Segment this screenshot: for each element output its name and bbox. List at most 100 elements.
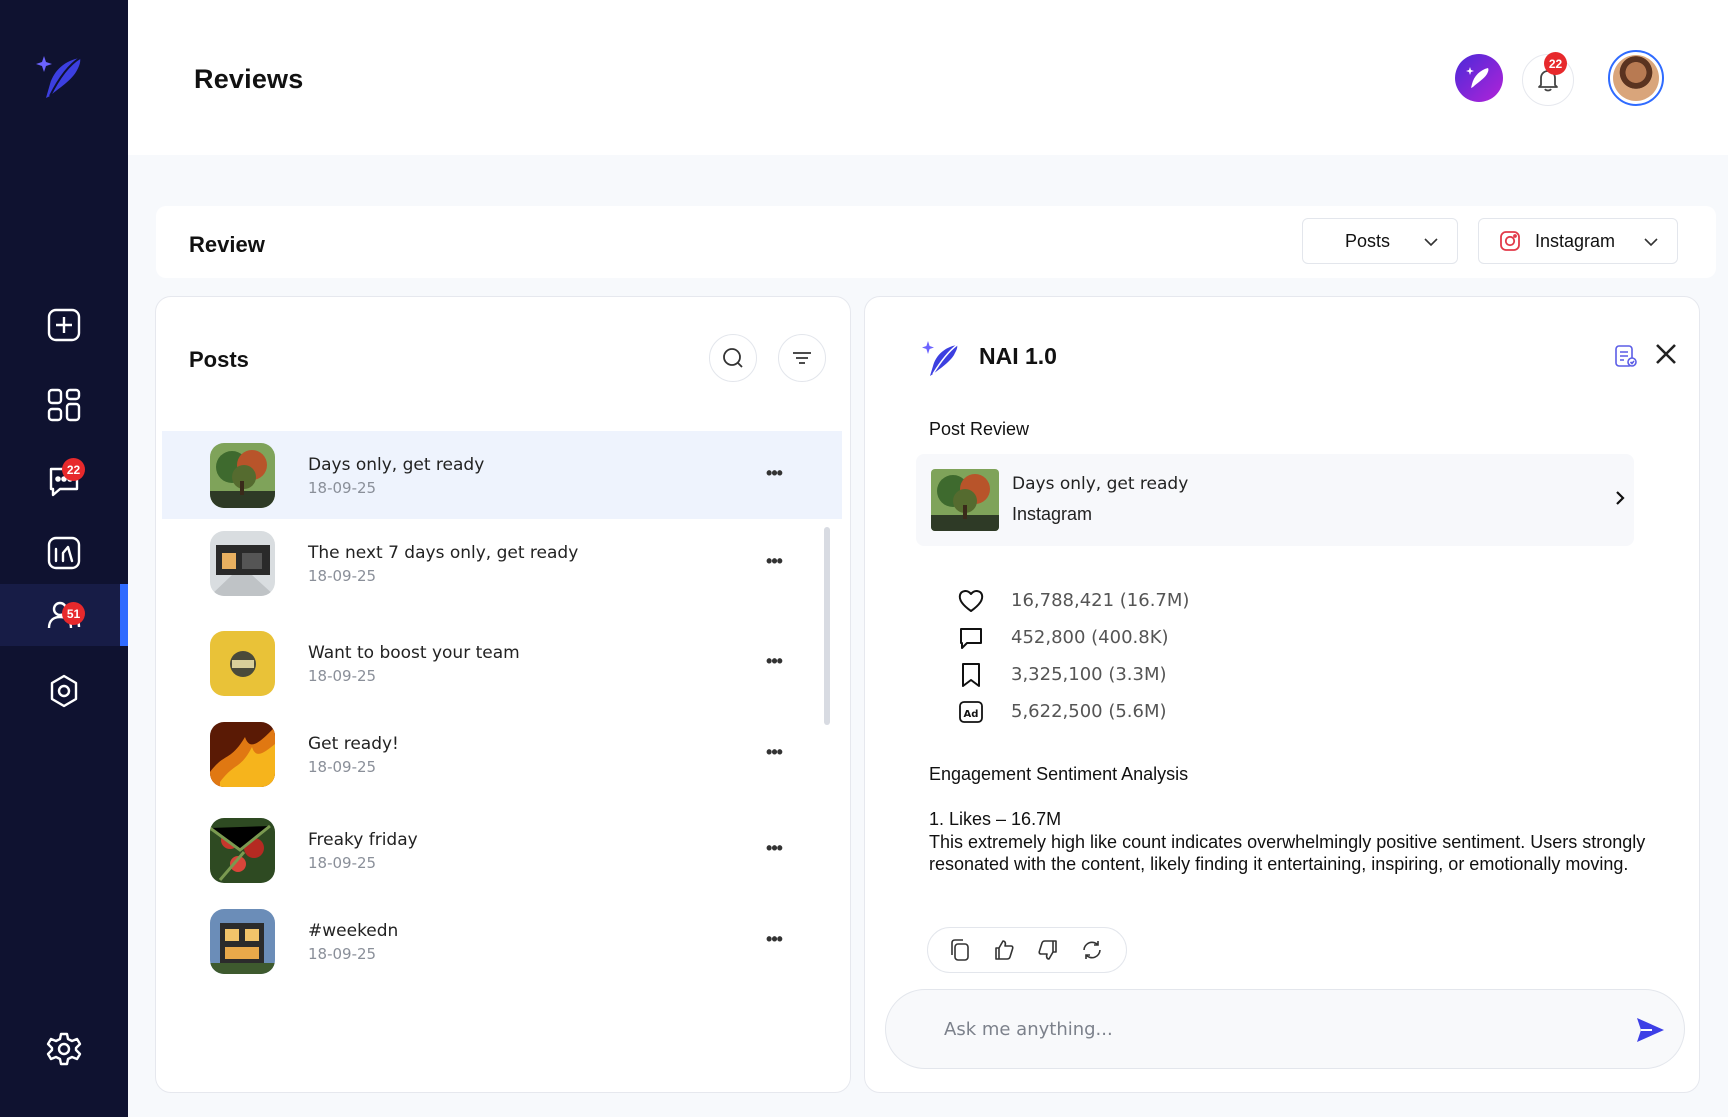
nai-title: NAI 1.0 [979,343,1057,369]
post-thumbnail [210,818,275,883]
thumbs-up-icon [995,940,1014,960]
chevron-right-icon [1616,491,1625,505]
preview-post-title: Days only, get ready [1012,474,1189,494]
post-row[interactable]: Freaky friday 18-09-25 ••• [162,806,842,894]
post-title: Freaky friday [308,830,418,850]
scrollbar[interactable] [824,527,830,725]
add-square-icon [47,308,81,342]
post-row[interactable]: Days only, get ready 18-09-25 ••• [162,431,842,519]
sidebar-item-analytics[interactable] [0,522,128,584]
notes-icon[interactable] [1613,343,1639,369]
post-title: The next 7 days only, get ready [308,543,579,563]
post-title: #weekedn [308,921,399,941]
content-type-dropdown[interactable]: Posts [1302,218,1458,264]
page-title: Reviews [194,64,304,94]
instagram-icon [1500,231,1520,251]
post-date: 18-09-25 [308,667,377,685]
feather-logo-icon[interactable] [36,54,86,104]
search-icon [723,348,743,368]
chevron-down-icon [1424,238,1438,247]
post-title: Get ready! [308,734,399,754]
sidebar-item-settings[interactable] [0,660,128,722]
response-actions [927,927,1127,973]
likes-stat: 16,788,421 (16.7M) [957,586,1189,616]
post-thumbnail [210,909,275,974]
messages-badge: 22 [62,458,85,481]
chat-input-container [885,989,1685,1069]
grid-icon [47,388,81,422]
close-icon[interactable] [1651,339,1681,369]
more-options-icon[interactable]: ••• [762,836,786,860]
content-type-value: Posts [1345,230,1391,251]
post-date: 18-09-25 [308,758,377,776]
post-preview-thumbnail [931,469,999,531]
sidebar-item-messages[interactable]: 22 [0,450,128,512]
post-date: 18-09-25 [308,945,377,963]
more-options-icon[interactable]: ••• [762,649,786,673]
like-button[interactable] [992,938,1016,962]
feather-icon [1466,67,1489,88]
regenerate-button[interactable] [1080,938,1104,962]
sidebar-item-preferences[interactable] [0,1018,128,1080]
posts-panel: Posts Days only, get ready 18-09-25 ••• [155,296,851,1093]
settings-icon [50,674,78,708]
likes-value: 16,788,421 (16.7M) [1011,590,1190,611]
refresh-icon [1083,941,1101,959]
preview-platform: Instagram [1012,504,1093,524]
more-options-icon[interactable]: ••• [762,461,786,485]
post-title: Want to boost your team [308,643,520,663]
feather-logo-icon [922,341,958,376]
chat-input[interactable] [944,1014,1584,1044]
users-badge: 51 [62,602,85,625]
post-date: 18-09-25 [308,567,377,585]
comments-stat: 452,800 (400.8K) [957,623,1169,653]
post-row[interactable]: Want to boost your team 18-09-25 ••• [162,619,842,707]
analysis-title: Engagement Sentiment Analysis [929,764,1189,784]
review-bar: Review Posts Instagram [156,206,1716,278]
filter-button[interactable] [778,334,826,382]
post-review-label: Post Review [929,419,1030,439]
post-thumbnail [210,531,275,596]
ai-assistant-button[interactable] [1455,54,1503,102]
svg-text:Ad: Ad [964,709,979,720]
post-row[interactable]: The next 7 days only, get ready 18-09-25… [162,519,842,607]
more-options-icon[interactable]: ••• [762,927,786,951]
platform-dropdown[interactable]: Instagram [1478,218,1678,264]
post-title: Days only, get ready [308,455,485,475]
posts-title: Posts [189,347,249,372]
nai-panel: NAI 1.0 Post Review Days only, get ready… [864,296,1700,1093]
saves-stat: 3,325,100 (3.3M) [957,660,1167,690]
comments-value: 452,800 (400.8K) [1011,627,1169,648]
dislike-button[interactable] [1036,938,1060,962]
sidebar-item-dashboard[interactable] [0,374,128,436]
filter-icon [793,352,811,364]
more-options-icon[interactable]: ••• [762,740,786,764]
sidebar-item-create[interactable] [0,294,128,356]
post-row[interactable]: #weekedn 18-09-25 ••• [162,897,842,985]
bookmark-icon [962,663,980,687]
post-date: 18-09-25 [308,854,377,872]
gear-icon [46,1032,82,1066]
ad-icon: Ad [959,701,983,723]
chevron-down-icon [1644,238,1658,247]
analysis-heading: 1. Likes – 16.7M [929,809,1062,829]
top-header: Reviews 22 [128,0,1728,155]
post-row[interactable]: Get ready! 18-09-25 ••• [162,710,842,798]
thumbs-down-icon [1038,940,1057,960]
sidebar-item-users[interactable]: 51 [0,584,128,646]
more-options-icon[interactable]: ••• [762,549,786,573]
analytics-icon [47,536,81,570]
post-preview-card[interactable]: Days only, get ready Instagram [916,454,1634,546]
copy-button[interactable] [948,938,972,962]
post-thumbnail [210,631,275,696]
user-avatar[interactable] [1608,50,1664,106]
send-icon[interactable] [1634,1014,1666,1046]
ad-value: 5,622,500 (5.6M) [1011,701,1167,722]
analysis-body: This extremely high like count indicates… [929,832,1646,874]
search-button[interactable] [709,334,757,382]
comment-icon [960,628,982,649]
sidebar: 22 51 [0,0,128,1117]
platform-value: Instagram [1535,230,1616,251]
ad-stat: Ad 5,622,500 (5.6M) [957,697,1167,727]
notification-badge: 22 [1544,52,1567,75]
